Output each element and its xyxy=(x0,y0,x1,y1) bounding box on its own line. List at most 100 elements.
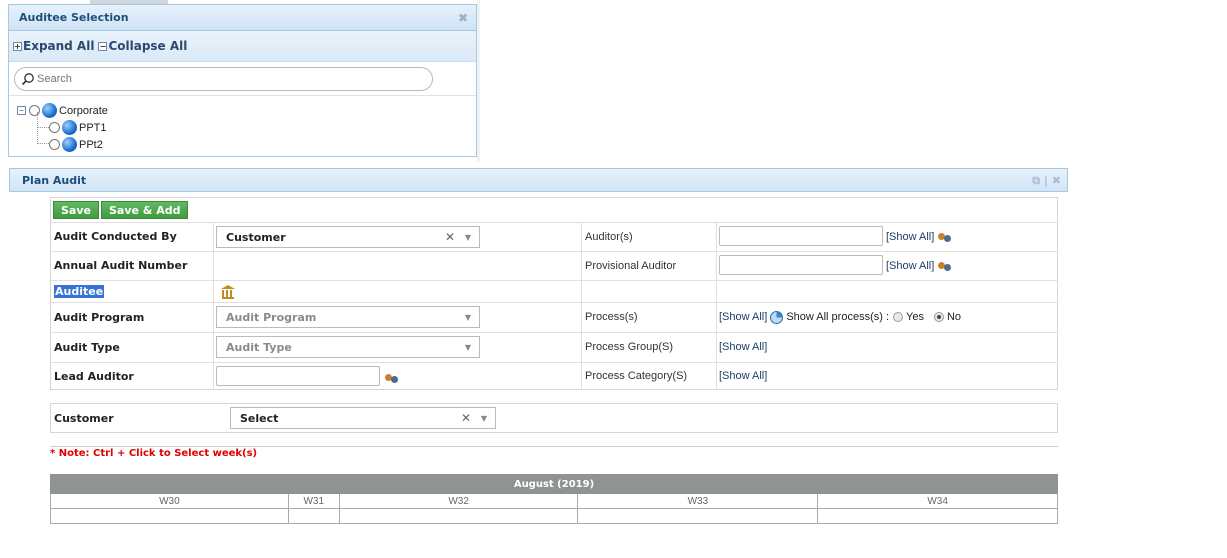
show-all-process-label: Show All process(s) : xyxy=(786,311,890,323)
process-group-label: Process Group(S) xyxy=(585,341,674,353)
audit-program-select[interactable]: Audit Program ▼ xyxy=(216,306,480,328)
close-icon[interactable]: ✖ xyxy=(457,12,469,24)
provisional-auditor-label: Provisional Auditor xyxy=(585,259,677,272)
provisional-auditor-show-all-link[interactable]: [Show All] xyxy=(886,260,934,272)
annual-audit-number-label: Annual Audit Number xyxy=(54,259,188,272)
form-actions: Save Save & Add xyxy=(51,201,190,219)
no-label: No xyxy=(946,311,962,323)
search-box xyxy=(14,66,433,91)
panel-title: Plan Audit xyxy=(22,173,87,187)
scroll-gutter xyxy=(477,0,480,162)
save-button[interactable]: Save xyxy=(53,201,99,219)
globe-icon xyxy=(62,120,77,135)
auditors-input[interactable] xyxy=(719,226,883,246)
select-value: Select xyxy=(240,411,279,425)
week-calendar: August (2019) W30 W31 W32 W33 W34 xyxy=(50,474,1058,524)
building-icon[interactable] xyxy=(221,285,235,299)
customer-label: Customer xyxy=(54,411,114,425)
audit-conducted-by-select[interactable]: Customer ✕ ▼ xyxy=(216,226,480,248)
chevron-down-icon[interactable]: ▼ xyxy=(465,233,471,242)
plan-audit-header: Plan Audit ⧉ | ✖ xyxy=(9,168,1068,192)
clear-icon[interactable]: ✕ xyxy=(445,230,455,244)
radio-no[interactable] xyxy=(933,312,944,322)
customer-select[interactable]: Select ✕ ▼ xyxy=(230,407,496,429)
plan-audit-form: Save Save & Add Audit Conducted By Annua… xyxy=(50,197,1058,390)
lead-auditor-input[interactable] xyxy=(216,366,380,386)
tree-node-ppt1[interactable]: PPT1 xyxy=(17,119,476,136)
tree-radio[interactable] xyxy=(49,139,60,150)
week-header[interactable]: W30 xyxy=(50,493,289,509)
process-yes-option[interactable]: Yes xyxy=(893,311,924,323)
tree-node-label: PPt2 xyxy=(79,138,103,151)
chevron-down-icon[interactable]: ▼ xyxy=(465,313,471,322)
dialog-header: Auditee Selection ✖ xyxy=(9,5,476,31)
users-icon[interactable] xyxy=(938,231,952,243)
audit-type-select[interactable]: Audit Type ▼ xyxy=(216,336,480,358)
week-cell[interactable] xyxy=(577,508,819,524)
audit-type-label: Audit Type xyxy=(54,340,120,354)
clear-icon[interactable]: ✕ xyxy=(461,411,471,425)
auditee-tree: − Corporate PPT1 PPt2 xyxy=(9,96,476,153)
expand-all-label: Expand All xyxy=(23,39,95,53)
plus-icon: + xyxy=(13,41,22,51)
save-and-add-button[interactable]: Save & Add xyxy=(100,201,189,219)
process-group-show-all-link[interactable]: [Show All] xyxy=(719,341,767,353)
tree-node-ppt2[interactable]: PPt2 xyxy=(17,136,476,153)
audit-conducted-by-label: Audit Conducted By xyxy=(54,230,177,243)
globe-icon xyxy=(42,103,57,118)
panel-controls: ⧉ | ✖ xyxy=(1032,174,1061,187)
collapse-all-button[interactable]: − Collapse All xyxy=(98,39,187,53)
week-cell[interactable] xyxy=(50,508,289,524)
tree-node-label: Corporate xyxy=(59,104,108,117)
week-header[interactable]: W32 xyxy=(338,493,579,509)
close-icon[interactable]: ✖ xyxy=(1052,174,1061,187)
chevron-down-icon[interactable]: ▼ xyxy=(481,414,487,423)
dialog-title: Auditee Selection xyxy=(19,11,129,24)
collapse-all-label: Collapse All xyxy=(108,39,188,53)
auditee-label: Auditee xyxy=(54,284,105,298)
process-category-label: Process Category(S) xyxy=(585,370,688,382)
week-cell[interactable] xyxy=(287,508,340,524)
week-header[interactable]: W31 xyxy=(287,493,340,509)
calendar-month-header: August (2019) xyxy=(50,474,1058,494)
customer-row: Customer Select ✕ ▼ xyxy=(50,403,1058,433)
process-category-show-all-link[interactable]: [Show All] xyxy=(719,370,767,382)
week-cell[interactable] xyxy=(338,508,579,524)
week-header[interactable]: W33 xyxy=(577,493,819,509)
auditors-label: Auditor(s) xyxy=(585,230,633,243)
popout-icon[interactable]: ⧉ xyxy=(1032,174,1040,187)
yes-label: Yes xyxy=(906,311,924,323)
globe-icon xyxy=(62,137,77,152)
radio-yes[interactable] xyxy=(893,312,904,322)
process-no-option[interactable]: No xyxy=(933,311,962,323)
collapse-node-icon[interactable]: − xyxy=(17,106,26,115)
auditors-show-all-link[interactable]: [Show All] xyxy=(886,231,934,243)
week-cell[interactable] xyxy=(817,508,1058,524)
select-placeholder: Audit Program xyxy=(226,310,317,324)
users-icon[interactable] xyxy=(385,372,399,384)
auditee-selection-dialog: Auditee Selection ✖ + Expand All − Colla… xyxy=(8,4,477,157)
expand-all-button[interactable]: + Expand All xyxy=(13,39,94,53)
tree-radio[interactable] xyxy=(29,105,40,116)
tree-node-corporate[interactable]: − Corporate xyxy=(17,102,476,119)
provisional-auditor-input[interactable] xyxy=(719,255,883,275)
lead-auditor-label: Lead Auditor xyxy=(54,369,134,383)
chevron-down-icon[interactable]: ▼ xyxy=(465,343,471,352)
tree-radio[interactable] xyxy=(49,122,60,133)
select-value: Customer xyxy=(226,230,286,244)
audit-program-label: Audit Program xyxy=(54,310,145,324)
minus-icon: − xyxy=(98,41,108,51)
tree-toolbar: + Expand All − Collapse All xyxy=(9,31,476,62)
week-header[interactable]: W34 xyxy=(817,493,1058,509)
divider xyxy=(50,446,1058,447)
users-icon[interactable] xyxy=(938,260,952,272)
select-placeholder: Audit Type xyxy=(226,340,292,354)
process-label: Process(s) xyxy=(585,311,638,323)
search-row xyxy=(9,62,476,96)
week-selection-note: * Note: Ctrl + Click to Select week(s) xyxy=(50,448,258,459)
search-input[interactable] xyxy=(35,71,415,86)
process-show-all-link[interactable]: [Show All] xyxy=(719,311,767,323)
search-icon xyxy=(21,72,34,85)
pie-icon xyxy=(770,310,784,324)
tree-node-label: PPT1 xyxy=(79,121,107,134)
